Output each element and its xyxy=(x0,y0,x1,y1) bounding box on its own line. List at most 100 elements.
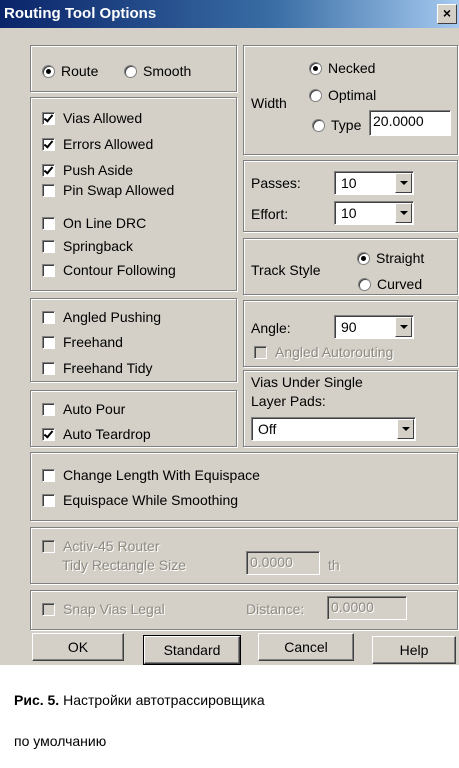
chevron-down-icon xyxy=(399,181,408,185)
track-style-label: Track Style xyxy=(251,262,321,278)
passes-select[interactable]: 10 xyxy=(334,171,414,195)
tidy-rectangle-unit: th xyxy=(328,557,340,573)
effort-label: Effort: xyxy=(251,206,289,222)
snap-vias-check xyxy=(42,602,55,616)
angled-pushing-label: Angled Pushing xyxy=(63,309,162,325)
passes-label: Passes: xyxy=(251,175,301,191)
activ45-router-check xyxy=(42,539,55,553)
change-length-checkbox[interactable]: Change Length With Equispace xyxy=(42,467,260,483)
change-length-check[interactable] xyxy=(42,468,55,482)
necked-radio-button[interactable] xyxy=(309,61,322,75)
push-aside-checkbox[interactable]: Push Aside xyxy=(42,162,133,178)
errors-allowed-label: Errors Allowed xyxy=(63,136,154,152)
routing-tool-options-dialog: Routing Tool Options × Route Smooth Vias… xyxy=(0,0,459,665)
vias-allowed-checkbox[interactable]: Vias Allowed xyxy=(42,110,142,126)
cancel-button[interactable]: Cancel xyxy=(258,633,354,661)
passes-dropdown-arrow[interactable] xyxy=(395,173,412,193)
activ45-group xyxy=(30,527,458,584)
contour-following-check[interactable] xyxy=(42,263,55,277)
equispace-smoothing-checkbox[interactable]: Equispace While Smoothing xyxy=(42,492,238,508)
angled-pushing-check[interactable] xyxy=(42,310,55,324)
vias-under-label-line1: Vias Under Single xyxy=(251,374,363,390)
freehand-tidy-check[interactable] xyxy=(42,361,55,375)
curved-radio-button[interactable] xyxy=(358,277,371,291)
errors-allowed-check[interactable] xyxy=(42,137,55,151)
freehand-checkbox[interactable]: Freehand xyxy=(42,334,123,350)
freehand-check[interactable] xyxy=(42,335,55,349)
necked-radio[interactable]: Necked xyxy=(309,60,375,76)
type-width-input[interactable]: 20.0000 xyxy=(369,110,451,136)
route-radio[interactable]: Route xyxy=(42,63,98,79)
smooth-label: Smooth xyxy=(143,63,192,79)
passes-value: 10 xyxy=(341,175,357,191)
snap-vias-label: Snap Vias Legal xyxy=(63,601,165,617)
angled-autorouting-check xyxy=(254,345,267,359)
vias-under-select[interactable]: Off xyxy=(251,417,416,441)
pin-swap-allowed-checkbox[interactable]: Pin Swap Allowed xyxy=(42,182,174,198)
tidy-rectangle-label: Tidy Rectangle Size xyxy=(62,557,186,573)
angle-dropdown-arrow[interactable] xyxy=(395,317,412,337)
freehand-tidy-checkbox[interactable]: Freehand Tidy xyxy=(42,360,153,376)
equispace-group xyxy=(30,452,458,521)
push-aside-label: Push Aside xyxy=(63,162,134,178)
auto-pour-check[interactable] xyxy=(42,402,55,416)
standard-button[interactable]: Standard xyxy=(143,635,241,665)
activ45-router-label: Activ-45 Router xyxy=(63,538,160,554)
straight-radio-button[interactable] xyxy=(357,251,370,265)
pin-swap-allowed-check[interactable] xyxy=(42,183,55,197)
equispace-smoothing-check[interactable] xyxy=(42,493,55,507)
push-aside-check[interactable] xyxy=(42,163,55,177)
route-label: Route xyxy=(61,63,99,79)
window-title: Routing Tool Options xyxy=(4,5,157,22)
springback-label: Springback xyxy=(63,238,134,254)
on-line-drc-checkbox[interactable]: On Line DRC xyxy=(42,215,146,231)
snap-vias-checkbox: Snap Vias Legal xyxy=(42,601,165,617)
route-radio-button[interactable] xyxy=(42,64,55,78)
curved-radio[interactable]: Curved xyxy=(358,276,422,292)
optimal-radio-button[interactable] xyxy=(309,88,322,102)
width-label: Width xyxy=(251,95,287,111)
angled-pushing-checkbox[interactable]: Angled Pushing xyxy=(42,309,161,325)
tidy-rectangle-input: 0.0000 xyxy=(246,551,320,575)
effort-select[interactable]: 10 xyxy=(334,201,414,225)
on-line-drc-check[interactable] xyxy=(42,216,55,230)
springback-checkbox[interactable]: Springback xyxy=(42,238,133,254)
equispace-smoothing-label: Equispace While Smoothing xyxy=(63,492,239,508)
type-radio[interactable]: Type xyxy=(312,117,361,133)
contour-following-checkbox[interactable]: Contour Following xyxy=(42,262,176,278)
angle-select[interactable]: 90 xyxy=(334,315,414,339)
caption-text-line1: Настройки автотрассировщика xyxy=(63,692,265,708)
straight-label: Straight xyxy=(376,250,425,266)
vias-allowed-check[interactable] xyxy=(42,111,55,125)
close-button[interactable]: × xyxy=(437,4,457,24)
angle-value: 90 xyxy=(341,319,357,335)
necked-label: Necked xyxy=(328,60,376,76)
figure-number: Рис. 5. xyxy=(14,692,60,708)
springback-check[interactable] xyxy=(42,239,55,253)
type-label: Type xyxy=(331,117,362,133)
type-radio-button[interactable] xyxy=(312,118,325,132)
errors-allowed-checkbox[interactable]: Errors Allowed xyxy=(42,136,153,152)
optimal-radio[interactable]: Optimal xyxy=(309,87,376,103)
distance-input: 0.0000 xyxy=(327,596,407,620)
change-length-label: Change Length With Equispace xyxy=(63,467,260,483)
help-button[interactable]: Help xyxy=(372,636,456,664)
contour-following-label: Contour Following xyxy=(63,262,176,278)
chevron-down-icon xyxy=(399,325,408,329)
straight-radio[interactable]: Straight xyxy=(357,250,424,266)
vias-under-dropdown-arrow[interactable] xyxy=(397,419,414,439)
angled-autorouting-checkbox: Angled Autorouting xyxy=(254,344,393,360)
smooth-radio[interactable]: Smooth xyxy=(124,63,191,79)
effort-dropdown-arrow[interactable] xyxy=(395,203,412,223)
freehand-label: Freehand xyxy=(63,334,123,350)
auto-teardrop-checkbox[interactable]: Auto Teardrop xyxy=(42,426,151,442)
vias-under-value: Off xyxy=(258,421,277,437)
auto-teardrop-check[interactable] xyxy=(42,427,55,441)
caption-text-line2: по умолчанию xyxy=(14,733,107,749)
angle-label: Angle: xyxy=(251,320,291,336)
freehand-tidy-label: Freehand Tidy xyxy=(63,360,153,376)
auto-pour-checkbox[interactable]: Auto Pour xyxy=(42,401,125,417)
ok-button[interactable]: OK xyxy=(32,633,124,661)
vias-allowed-label: Vias Allowed xyxy=(63,110,143,126)
smooth-radio-button[interactable] xyxy=(124,64,137,78)
